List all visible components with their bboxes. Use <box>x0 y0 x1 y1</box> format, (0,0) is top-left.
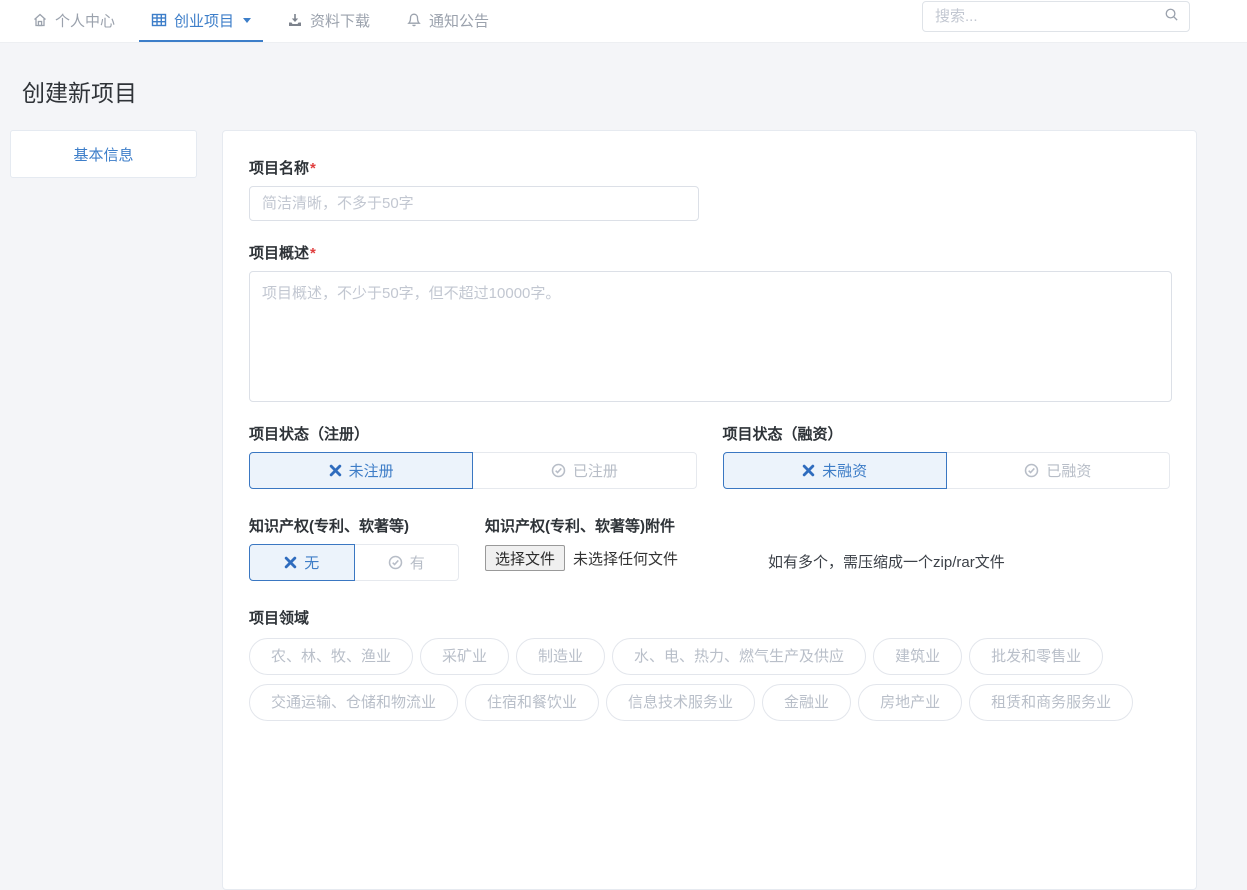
nav-item-personal-center[interactable]: 个人中心 <box>20 0 127 42</box>
file-status-text: 未选择任何文件 <box>573 548 678 569</box>
status-register-option-registered[interactable]: 已注册 <box>473 452 696 489</box>
required-mark: * <box>310 245 316 262</box>
field-tag[interactable]: 租赁和商务服务业 <box>969 684 1133 721</box>
project-overview-label: 项目概述* <box>249 242 1170 263</box>
home-icon <box>32 12 48 28</box>
nav-item-label: 个人中心 <box>55 10 115 31</box>
x-icon <box>802 464 815 477</box>
attachment-hint: 如有多个，需压缩成一个zip/rar文件 <box>768 515 1005 581</box>
nav-item-startup-projects[interactable]: 创业项目 <box>139 0 263 42</box>
ip-option-none[interactable]: 无 <box>249 544 355 581</box>
field-tag[interactable]: 建筑业 <box>873 638 962 675</box>
nav-item-label: 资料下载 <box>310 10 370 31</box>
ip-toggle: 无 有 <box>249 544 459 581</box>
field-tag[interactable]: 批发和零售业 <box>969 638 1103 675</box>
project-name-label: 项目名称* <box>249 157 1170 178</box>
ip-attachment-label: 知识产权(专利、软著等)附件 <box>485 515 678 536</box>
field-tag[interactable]: 金融业 <box>762 684 851 721</box>
status-register-label: 项目状态（注册） <box>249 423 697 444</box>
status-funding-toggle: 未融资 已融资 <box>723 452 1171 489</box>
top-navbar: 个人中心 创业项目 资料下载 <box>0 0 1247 43</box>
field-tag[interactable]: 水、电、热力、燃气生产及供应 <box>612 638 866 675</box>
field-tag[interactable]: 制造业 <box>516 638 605 675</box>
x-icon <box>284 556 297 569</box>
project-overview-textarea[interactable] <box>249 271 1172 402</box>
search-box <box>922 1 1190 32</box>
project-fields-label: 项目领域 <box>249 607 1170 628</box>
table-icon <box>151 12 167 28</box>
check-circle-icon <box>551 463 566 478</box>
download-icon <box>287 12 303 28</box>
choose-file-button[interactable]: 选择文件 <box>485 545 565 571</box>
ip-attachment-file-input: 选择文件 未选择任何文件 <box>485 545 678 571</box>
nav-item-notifications[interactable]: 通知公告 <box>394 0 501 42</box>
chevron-down-icon <box>243 18 251 23</box>
field-tag[interactable]: 住宿和餐饮业 <box>465 684 599 721</box>
project-name-input[interactable] <box>249 186 699 221</box>
bell-icon <box>406 12 422 28</box>
ip-option-has[interactable]: 有 <box>355 544 460 581</box>
check-circle-icon <box>388 555 403 570</box>
status-register-option-unregistered[interactable]: 未注册 <box>249 452 473 489</box>
field-tag[interactable]: 房地产业 <box>858 684 962 721</box>
field-tag[interactable]: 采矿业 <box>420 638 509 675</box>
field-tag[interactable]: 交通运输、仓储和物流业 <box>249 684 458 721</box>
search-input[interactable] <box>935 8 1164 25</box>
nav-item-label: 通知公告 <box>429 10 489 31</box>
x-icon <box>329 464 342 477</box>
field-tag[interactable]: 信息技术服务业 <box>606 684 755 721</box>
sidebar-item-basic-info[interactable]: 基本信息 <box>10 130 197 178</box>
status-funding-label: 项目状态（融资） <box>723 423 1171 444</box>
required-mark: * <box>310 160 316 177</box>
nav-item-downloads[interactable]: 资料下载 <box>275 0 382 42</box>
status-register-toggle: 未注册 已注册 <box>249 452 697 489</box>
sidebar-item-label: 基本信息 <box>73 144 133 165</box>
nav-item-label: 创业项目 <box>174 10 234 31</box>
create-project-form: 项目名称* 项目概述* 项目状态（注册） 未注册 <box>222 130 1197 890</box>
page-title: 创建新项目 <box>22 74 137 108</box>
field-tag[interactable]: 农、林、牧、渔业 <box>249 638 413 675</box>
search-icon[interactable] <box>1164 7 1179 27</box>
ip-label: 知识产权(专利、软著等) <box>249 515 459 536</box>
check-circle-icon <box>1024 463 1039 478</box>
status-funding-option-funded[interactable]: 已融资 <box>947 452 1170 489</box>
status-funding-option-unfunded[interactable]: 未融资 <box>723 452 947 489</box>
